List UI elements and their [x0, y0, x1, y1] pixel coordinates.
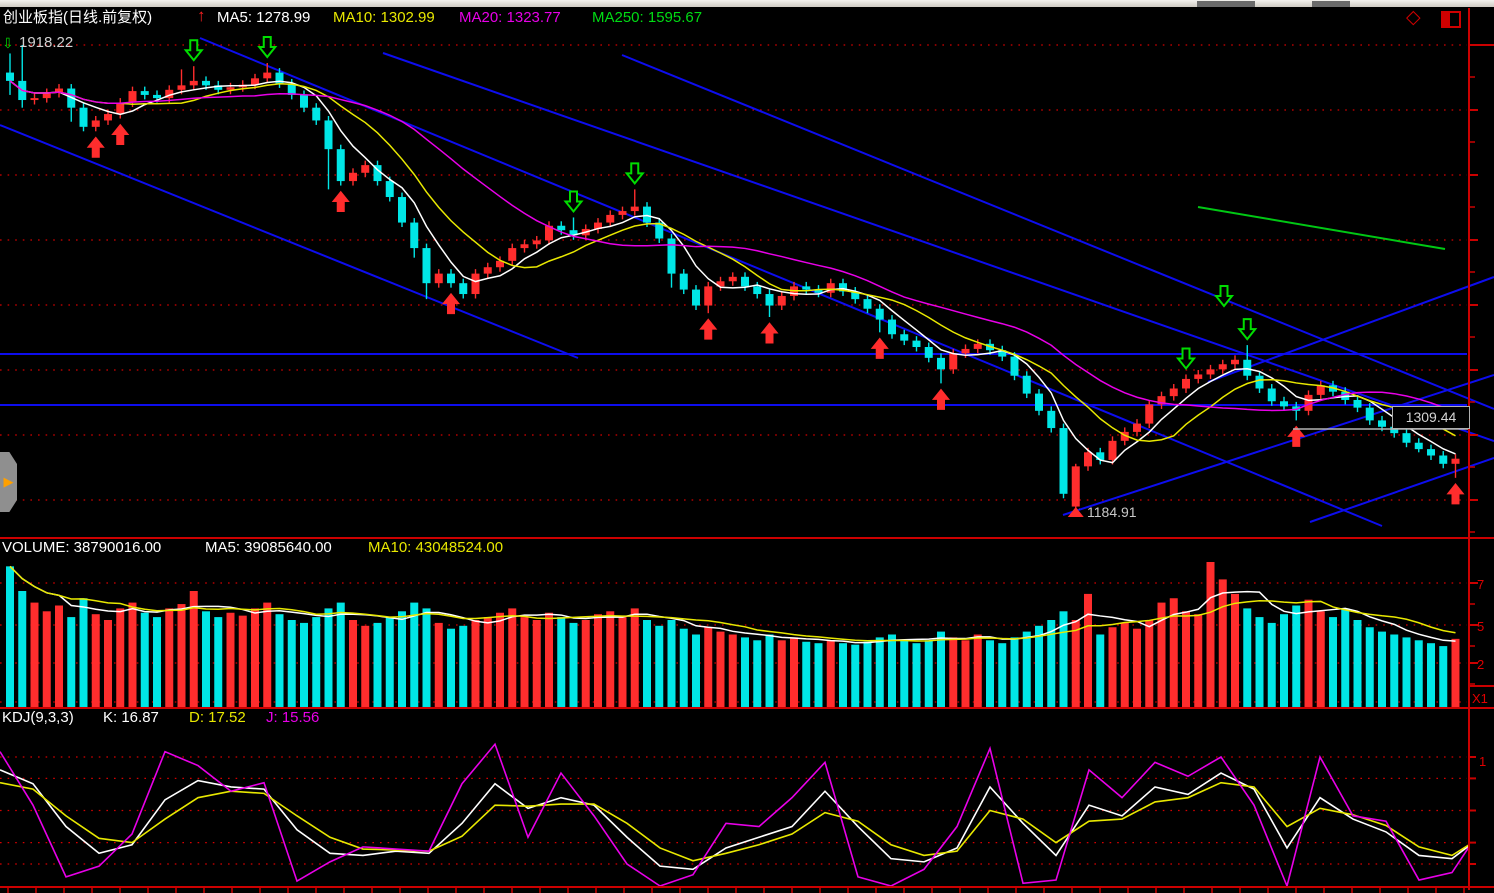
kdj-d-value: D: 17.52	[189, 709, 246, 726]
kdj-title: KDJ(9,3,3)	[2, 709, 74, 726]
vol-axis-multiplier: X1	[1472, 691, 1488, 706]
instrument-title: 创业板指(日线.前复权)	[3, 9, 153, 26]
price-line-label: 1309.44	[1392, 406, 1470, 429]
high-marker-icon: ⇩	[2, 35, 14, 51]
volume-ma5-value: MA5: 39085640.00	[205, 539, 332, 556]
up-arrow-icon: ↑	[197, 6, 206, 25]
vol-axis-tick-7: 7	[1477, 577, 1485, 592]
window-titlebar-sliver	[0, 0, 1494, 7]
vol-axis-tick-5: 5	[1477, 619, 1485, 634]
window-split-icon-fill	[1443, 13, 1450, 26]
diamond-icon[interactable]: ◇	[1406, 6, 1421, 29]
kdj-k-value: K: 16.87	[103, 709, 159, 726]
window-split-icon[interactable]	[1441, 11, 1461, 28]
volume-ma10-value: MA10: 43048524.00	[368, 539, 504, 556]
ma250-value: MA250: 1595.67	[592, 9, 703, 26]
expand-arrow-icon: ▶	[3, 474, 14, 489]
ma10-value: MA10: 1302.99	[333, 9, 435, 26]
kdj-axis-tick: 1	[1479, 754, 1487, 769]
chart-canvas[interactable]	[0, 0, 1494, 893]
titlebar-notch	[1197, 1, 1255, 7]
trading-app-window: { "header": { "title": "创业板指(日线.前复权)", "…	[0, 0, 1494, 893]
volume-value: VOLUME: 38790016.00	[2, 539, 162, 556]
period-low-label: 1184.91	[1087, 504, 1137, 520]
titlebar-notch	[1312, 1, 1350, 7]
ma20-value: MA20: 1323.77	[459, 9, 561, 26]
vol-axis-tick-2: 2	[1477, 657, 1485, 672]
kdj-j-value: J: 15.56	[266, 709, 320, 726]
panel-expand-tab[interactable]: ▶	[0, 452, 17, 512]
ma5-value: MA5: 1278.99	[217, 9, 311, 26]
period-high-label: 1918.22	[19, 34, 74, 51]
